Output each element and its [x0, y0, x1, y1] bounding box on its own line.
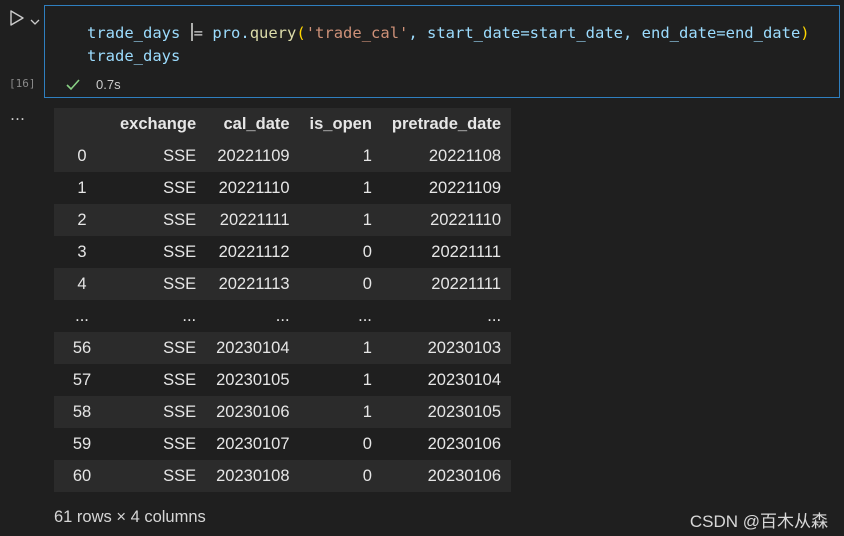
code-token-object: pro.: [212, 24, 250, 42]
row-index: ...: [54, 300, 110, 332]
table-cell: 20230106: [381, 460, 512, 492]
column-header: pretrade_date: [381, 108, 512, 140]
column-header: [54, 108, 110, 140]
row-index: 59: [54, 428, 110, 460]
code-line-1: trade_days = pro.query('trade_cal', star…: [87, 23, 810, 42]
row-index: 58: [54, 396, 110, 428]
table-cell: ...: [110, 300, 207, 332]
table-cell: 0: [299, 268, 382, 300]
row-index: 2: [54, 204, 110, 236]
row-index: 57: [54, 364, 110, 396]
table-cell: 20230106: [381, 428, 512, 460]
table-cell: 20230106: [206, 396, 300, 428]
status-check: [65, 77, 81, 91]
execution-count: [16]: [9, 77, 36, 90]
check-icon: [66, 79, 80, 91]
table-row: 57 SSE 20230105 1 20230104: [54, 364, 512, 396]
table-cell: 20230108: [206, 460, 300, 492]
table-row: 1 SSE 20221110 1 20221109: [54, 172, 512, 204]
code-token-args: , start_date=start_date, end_date=end_da…: [408, 24, 801, 42]
table-cell: 20230105: [381, 396, 512, 428]
table-cell: 1: [299, 364, 382, 396]
row-index: 3: [54, 236, 110, 268]
table-cell: 1: [299, 332, 382, 364]
table-cell: 1: [299, 140, 382, 172]
table-cell: 20221110: [381, 204, 512, 236]
table-cell: 0: [299, 236, 382, 268]
table-row: 3 SSE 20221112 0 20221111: [54, 236, 512, 268]
table-cell: 1: [299, 204, 382, 236]
table-cell: SSE: [110, 236, 207, 268]
code-token-variable: trade_days: [87, 24, 181, 42]
table-row: 0 SSE 20221109 1 20221108: [54, 140, 512, 172]
text-cursor: [190, 23, 193, 41]
table-cell: 20221111: [381, 268, 512, 300]
table-cell: 1: [299, 172, 382, 204]
table-cell: 1: [299, 396, 382, 428]
table-cell: 20230107: [206, 428, 300, 460]
column-header: cal_date: [206, 108, 300, 140]
output-actions-button[interactable]: …: [10, 106, 26, 124]
table-row: 60 SSE 20230108 0 20230106: [54, 460, 512, 492]
row-index: 0: [54, 140, 110, 172]
table-cell: 20221109: [381, 172, 512, 204]
code-token-close-paren: ): [800, 24, 810, 42]
table-cell: SSE: [110, 268, 207, 300]
row-index: 4: [54, 268, 110, 300]
code-token-operator: =: [193, 24, 204, 42]
table-row: 4 SSE 20221113 0 20221111: [54, 268, 512, 300]
table-row: 56 SSE 20230104 1 20230103: [54, 332, 512, 364]
dataframe-shape: 61 rows × 4 columns: [54, 508, 206, 526]
table-cell: SSE: [110, 204, 207, 236]
code-token-string: 'trade_cal': [305, 24, 409, 42]
table-cell: SSE: [110, 364, 207, 396]
table-cell: 20221111: [381, 236, 512, 268]
code-token-function: query: [249, 24, 297, 42]
chevron-down-icon: [30, 19, 40, 25]
table-cell: 20230104: [381, 364, 512, 396]
table-header-row: exchange cal_date is_open pretrade_date: [54, 108, 512, 140]
table-cell: 20230105: [206, 364, 300, 396]
table-cell: 20230103: [381, 332, 512, 364]
row-index: 1: [54, 172, 110, 204]
table-cell: 20221113: [206, 268, 300, 300]
table-row-ellipsis: ...............: [54, 300, 512, 332]
table-cell: 20221109: [206, 140, 300, 172]
column-header: exchange: [110, 108, 207, 140]
table-cell: SSE: [110, 140, 207, 172]
table-cell: SSE: [110, 332, 207, 364]
table-cell: ...: [206, 300, 300, 332]
table-cell: 0: [299, 428, 382, 460]
watermark: CSDN @百木从森: [689, 512, 828, 531]
execution-time: 0.7s: [96, 77, 121, 92]
ellipsis-icon: …: [10, 106, 26, 124]
play-icon: [10, 10, 24, 26]
table-row: 2 SSE 20221111 1 20221110: [54, 204, 512, 236]
table-cell: SSE: [110, 172, 207, 204]
table-cell: 20221110: [206, 172, 300, 204]
table-cell: ...: [299, 300, 382, 332]
table-cell: 20221112: [206, 236, 300, 268]
table-cell: ...: [381, 300, 512, 332]
table-cell: 0: [299, 460, 382, 492]
table-cell: SSE: [110, 396, 207, 428]
table-cell: 20221111: [206, 204, 300, 236]
column-header: is_open: [299, 108, 382, 140]
table-cell: SSE: [110, 460, 207, 492]
row-index: 60: [54, 460, 110, 492]
table-cell: 20221108: [381, 140, 512, 172]
table-cell: 20230104: [206, 332, 300, 364]
table-cell: SSE: [110, 428, 207, 460]
run-cell-button[interactable]: [8, 9, 26, 27]
run-options-chevron[interactable]: [30, 12, 40, 25]
code-editor-text[interactable]: trade_days = pro.query('trade_cal', star…: [87, 22, 810, 68]
table-row: 59 SSE 20230107 0 20230106: [54, 428, 512, 460]
dataframe-table: exchange cal_date is_open pretrade_date …: [54, 108, 512, 492]
row-index: 56: [54, 332, 110, 364]
code-token-open-paren: (: [296, 24, 306, 42]
code-line-2: trade_days: [87, 47, 181, 65]
table-row: 58 SSE 20230106 1 20230105: [54, 396, 512, 428]
